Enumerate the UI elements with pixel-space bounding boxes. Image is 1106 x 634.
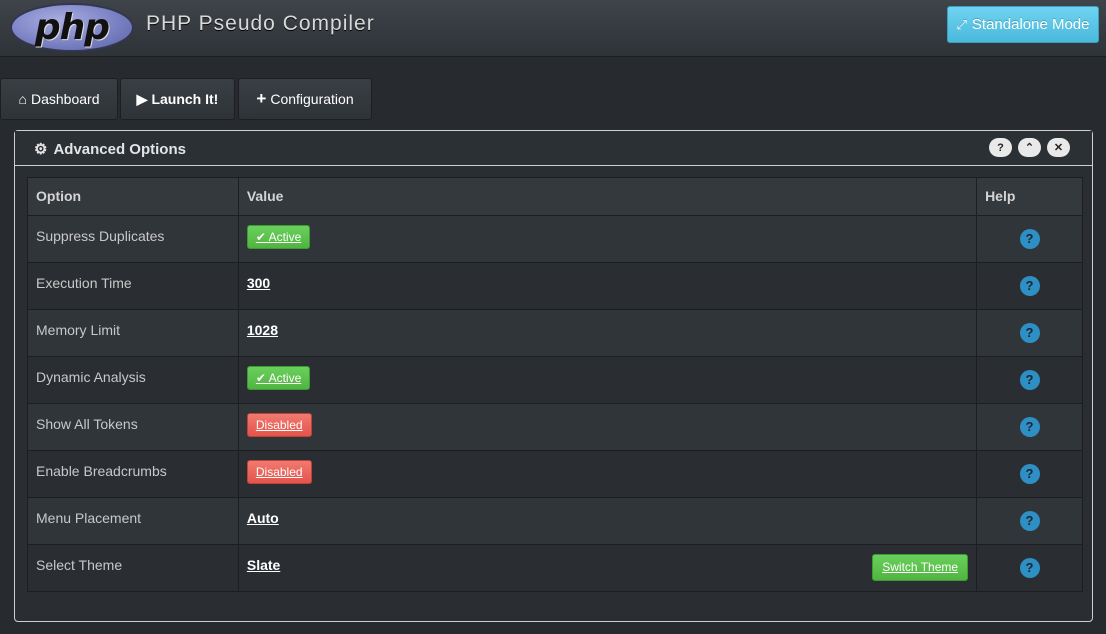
table-row: Memory Limit 1028?: [27, 309, 1083, 357]
play-icon: ▶: [136, 90, 148, 107]
option-value-cell: 300: [237, 262, 978, 310]
expand-icon: ⤢: [956, 16, 967, 32]
panel-help-icon[interactable]: ?: [989, 138, 1012, 157]
panel-controls: ? ⌃ ✕: [989, 138, 1070, 157]
table-row: Enable Breadcrumbs Disabled?: [27, 450, 1083, 498]
tab-configuration[interactable]: + Configuration: [238, 78, 372, 120]
status-badge-disabled[interactable]: Disabled: [246, 413, 312, 437]
standalone-mode-button[interactable]: ⤢ Standalone Mode: [947, 6, 1099, 43]
table-row: Select Theme Switch Theme Slate?: [27, 544, 1083, 592]
question-icon[interactable]: ?: [1019, 417, 1040, 437]
plus-icon: +: [256, 89, 267, 108]
tab-configuration-label: Configuration: [270, 91, 354, 107]
tab-dashboard-label: Dashboard: [30, 91, 100, 107]
option-name: Memory Limit: [27, 309, 239, 357]
question-icon[interactable]: ?: [1019, 558, 1040, 578]
option-name: Menu Placement: [27, 497, 239, 545]
status-badge-active[interactable]: ✔ Active: [246, 225, 311, 249]
table-row: Execution Time 300?: [27, 262, 1083, 310]
status-badge-label: Active: [268, 371, 302, 385]
option-value-link[interactable]: 1028: [247, 322, 278, 338]
option-value-cell: Disabled: [237, 403, 978, 451]
option-value-cell: Switch Theme Slate: [237, 544, 978, 592]
table-row: Dynamic Analysis ✔ Active?: [27, 356, 1083, 404]
check-icon: ✔: [255, 371, 269, 385]
table-row: Show All Tokens Disabled?: [27, 403, 1083, 451]
status-badge-disabled[interactable]: Disabled: [246, 460, 312, 484]
column-header-option: Option: [27, 177, 239, 216]
panel-title: ⚙ Advanced Options: [34, 140, 186, 159]
app-title: PHP Pseudo Compiler: [146, 12, 375, 35]
table-header-row: Option Value Help: [27, 177, 1083, 216]
question-icon[interactable]: ?: [1019, 323, 1040, 343]
help-cell: ?: [976, 356, 1083, 404]
column-header-value: Value: [237, 177, 978, 216]
status-badge-label: Active: [268, 230, 302, 244]
option-value-cell: 1028: [237, 309, 978, 357]
logo-text: php: [34, 7, 110, 48]
option-name: Select Theme: [27, 544, 239, 592]
help-cell: ?: [976, 450, 1083, 498]
status-badge-active[interactable]: ✔ Active: [246, 366, 311, 390]
advanced-options-panel: ⚙ Advanced Options ? ⌃ ✕ Option Value He…: [14, 130, 1093, 622]
home-icon: ⌂: [18, 91, 27, 107]
option-value-cell: ✔ Active: [237, 356, 978, 404]
question-icon[interactable]: ?: [1019, 511, 1040, 531]
option-value-link[interactable]: Auto: [247, 510, 279, 526]
question-icon[interactable]: ?: [1019, 370, 1040, 390]
app-header: php PHP Pseudo Compiler ⤢ Standalone Mod…: [0, 0, 1106, 57]
switch-theme-button[interactable]: Switch Theme: [872, 554, 969, 581]
question-icon[interactable]: ?: [1019, 276, 1040, 296]
close-icon[interactable]: ✕: [1047, 138, 1070, 157]
tab-launch-label: Launch It!: [151, 91, 219, 107]
collapse-icon[interactable]: ⌃: [1018, 138, 1041, 157]
tab-dashboard[interactable]: ⌂ Dashboard: [0, 78, 118, 120]
table-row: Suppress Duplicates ✔ Active?: [27, 215, 1083, 263]
table-row: Menu Placement Auto?: [27, 497, 1083, 545]
help-cell: ?: [976, 262, 1083, 310]
option-name: Show All Tokens: [27, 403, 239, 451]
options-table: Option Value Help Suppress Duplicates ✔ A…: [27, 177, 1083, 592]
check-icon: ✔: [255, 230, 269, 244]
option-value-link[interactable]: 300: [247, 275, 270, 291]
php-logo: php: [10, 3, 134, 52]
tab-launch[interactable]: ▶ Launch It!: [120, 78, 235, 120]
help-cell: ?: [976, 497, 1083, 545]
panel-heading: ⚙ Advanced Options ? ⌃ ✕: [15, 131, 1092, 166]
gear-icon: ⚙: [34, 141, 48, 158]
help-cell: ?: [976, 544, 1083, 592]
panel-title-text: Advanced Options: [53, 140, 186, 158]
column-header-help: Help: [976, 177, 1083, 216]
option-name: Enable Breadcrumbs: [27, 450, 239, 498]
option-name: Dynamic Analysis: [27, 356, 239, 404]
standalone-label: Standalone Mode: [971, 16, 1090, 33]
help-cell: ?: [976, 215, 1083, 263]
option-name: Execution Time: [27, 262, 239, 310]
option-name: Suppress Duplicates: [27, 215, 239, 263]
question-icon[interactable]: ?: [1019, 464, 1040, 484]
question-icon[interactable]: ?: [1019, 229, 1040, 249]
option-value-link[interactable]: Slate: [247, 557, 280, 573]
help-cell: ?: [976, 309, 1083, 357]
option-value-cell: ✔ Active: [237, 215, 978, 263]
option-value-cell: Disabled: [237, 450, 978, 498]
help-cell: ?: [976, 403, 1083, 451]
option-value-cell: Auto: [237, 497, 978, 545]
